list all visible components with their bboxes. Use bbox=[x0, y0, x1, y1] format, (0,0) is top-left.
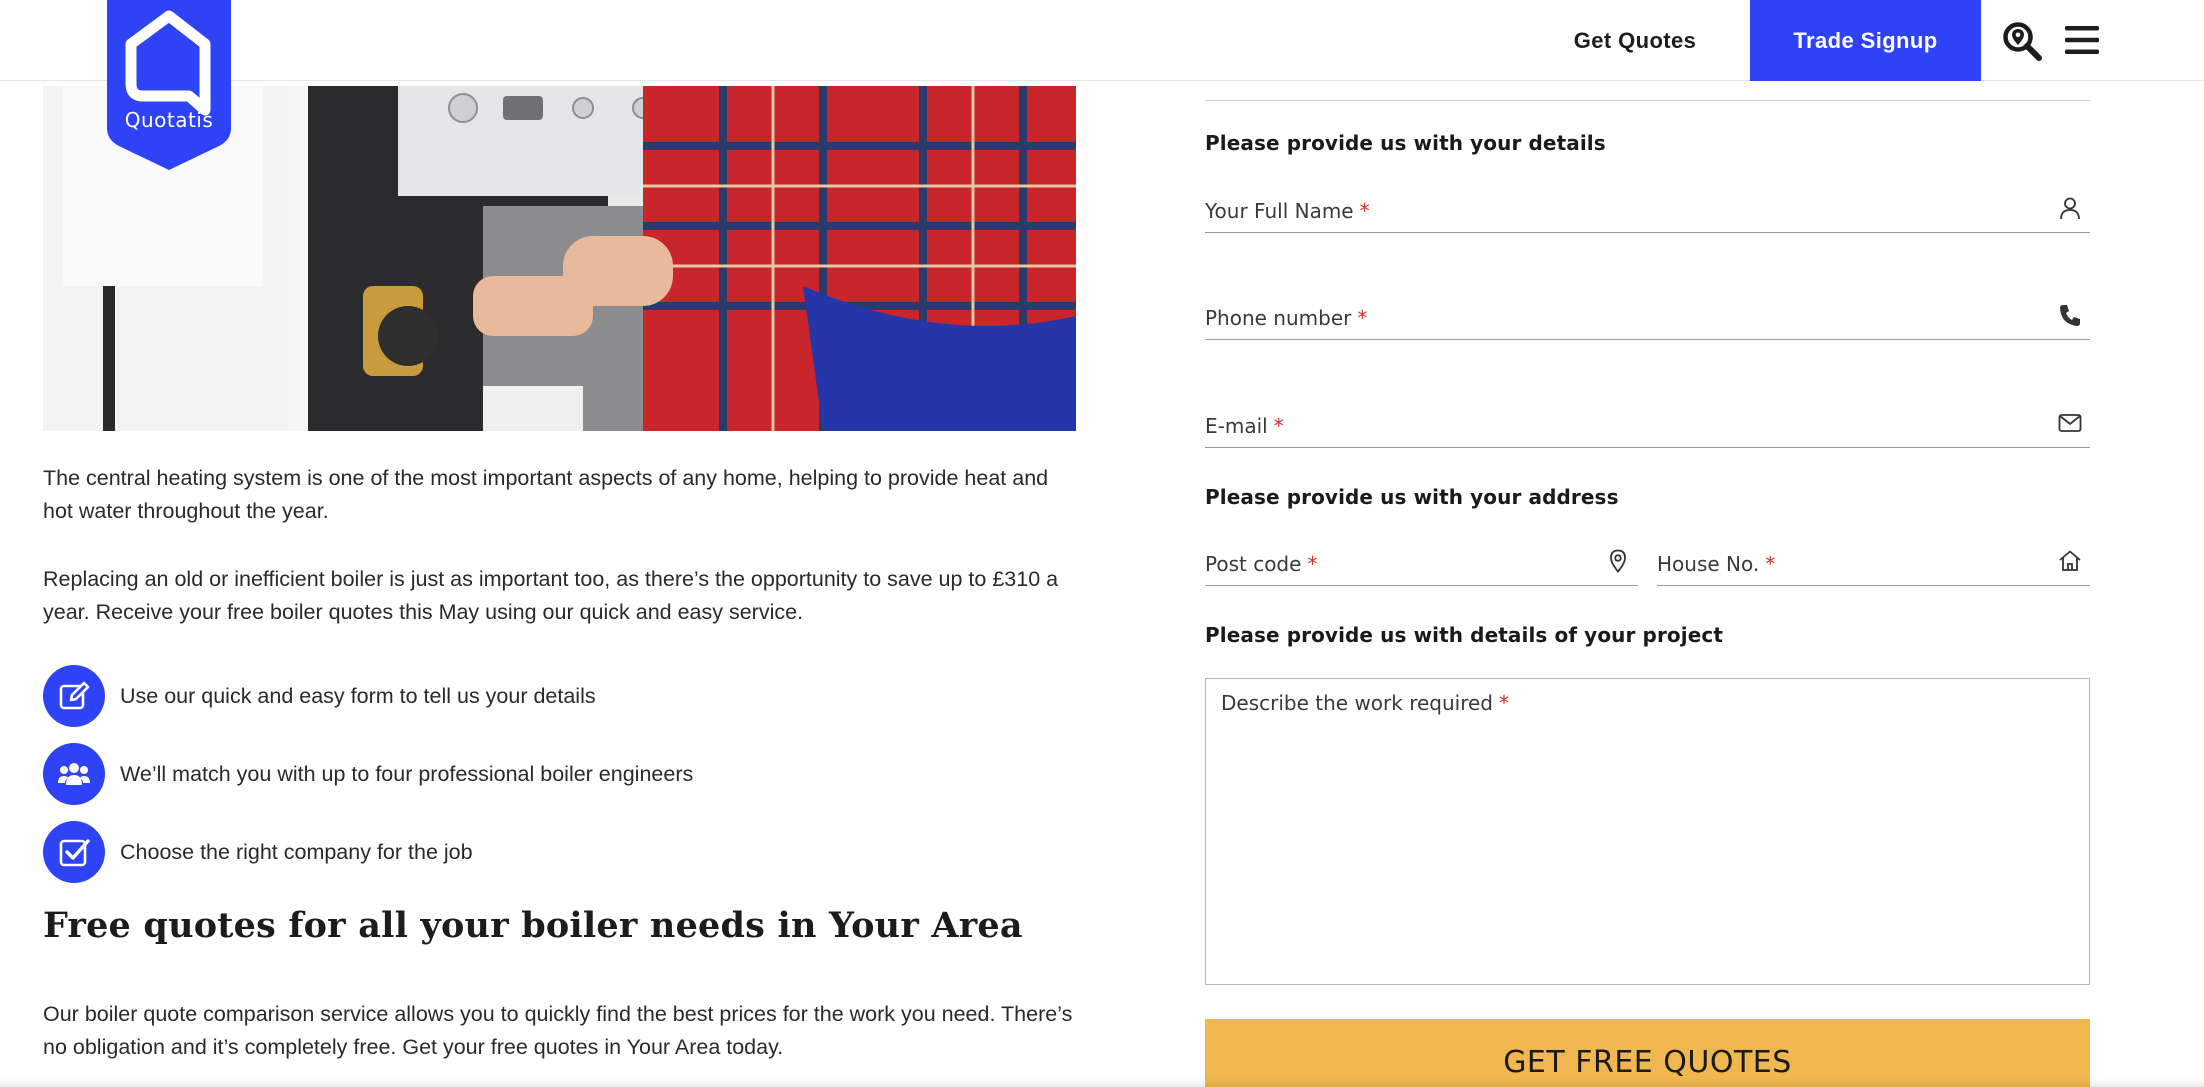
required-marker: * bbox=[1765, 552, 1776, 576]
checkbox-icon bbox=[43, 821, 105, 883]
house-number-field[interactable]: House No. * bbox=[1657, 542, 2090, 586]
house-number-placeholder: House No. * bbox=[1657, 552, 1776, 576]
home-icon bbox=[2058, 549, 2082, 573]
user-icon bbox=[2058, 196, 2082, 220]
location-pin-icon bbox=[1606, 549, 1630, 573]
logo-wordmark: Quotatis bbox=[124, 108, 214, 132]
project-section-title: Please provide us with details of your p… bbox=[1205, 623, 1723, 647]
description-placeholder: Describe the work required * bbox=[1221, 691, 1509, 715]
address-section-title: Please provide us with your address bbox=[1205, 485, 1619, 509]
step-item: Choose the right company for the job bbox=[43, 821, 943, 883]
form-divider bbox=[1205, 100, 2090, 101]
edit-icon bbox=[43, 665, 105, 727]
comparison-paragraph: Our boiler quote comparison service allo… bbox=[43, 1002, 1073, 1059]
required-marker: * bbox=[1359, 199, 1370, 223]
phone-icon bbox=[2058, 303, 2082, 327]
required-marker: * bbox=[1273, 414, 1284, 438]
postcode-placeholder: Post code * bbox=[1205, 552, 1318, 576]
email-placeholder: E-mail * bbox=[1205, 414, 1284, 438]
required-marker: * bbox=[1307, 552, 1318, 576]
get-free-quotes-button[interactable]: GET FREE QUOTES bbox=[1205, 1019, 2090, 1087]
work-description-textarea[interactable]: Describe the work required * bbox=[1205, 678, 2090, 985]
details-section-title: Please provide us with your details bbox=[1205, 131, 1606, 155]
quotatis-logo[interactable]: Quotatis bbox=[107, 0, 231, 170]
users-icon bbox=[43, 743, 105, 805]
full-name-placeholder: Your Full Name * bbox=[1205, 199, 1370, 223]
search-location-icon[interactable] bbox=[2001, 20, 2043, 62]
nav-get-quotes-link[interactable]: Get Quotes bbox=[1545, 0, 1725, 81]
envelope-icon bbox=[2058, 411, 2082, 435]
site-header: Get Quotes Trade Signup bbox=[0, 0, 2204, 81]
hamburger-menu-icon[interactable] bbox=[2064, 22, 2100, 58]
phone-number-field[interactable]: Phone number * bbox=[1205, 296, 2090, 340]
phone-placeholder: Phone number * bbox=[1205, 306, 1368, 330]
step-label: We’ll match you with up to four professi… bbox=[120, 762, 694, 786]
step-item: Use our quick and easy form to tell us y… bbox=[43, 665, 943, 727]
step-item: We’ll match you with up to four professi… bbox=[43, 743, 943, 805]
required-marker: * bbox=[1357, 306, 1368, 330]
savings-paragraph: Replacing an old or inefficient boiler i… bbox=[43, 567, 1059, 624]
step-label: Use our quick and easy form to tell us y… bbox=[120, 684, 596, 708]
step-label: Choose the right company for the job bbox=[120, 840, 473, 864]
required-marker: * bbox=[1499, 691, 1509, 715]
email-field[interactable]: E-mail * bbox=[1205, 404, 2090, 448]
nav-trade-signup-button[interactable]: Trade Signup bbox=[1750, 0, 1981, 81]
intro-paragraph: The central heating system is one of the… bbox=[43, 466, 1049, 523]
section-heading: Free quotes for all your boiler needs in… bbox=[43, 905, 1023, 946]
postcode-field[interactable]: Post code * bbox=[1205, 542, 1638, 586]
bottom-shadow bbox=[0, 1078, 2204, 1087]
full-name-field[interactable]: Your Full Name * bbox=[1205, 189, 2090, 233]
